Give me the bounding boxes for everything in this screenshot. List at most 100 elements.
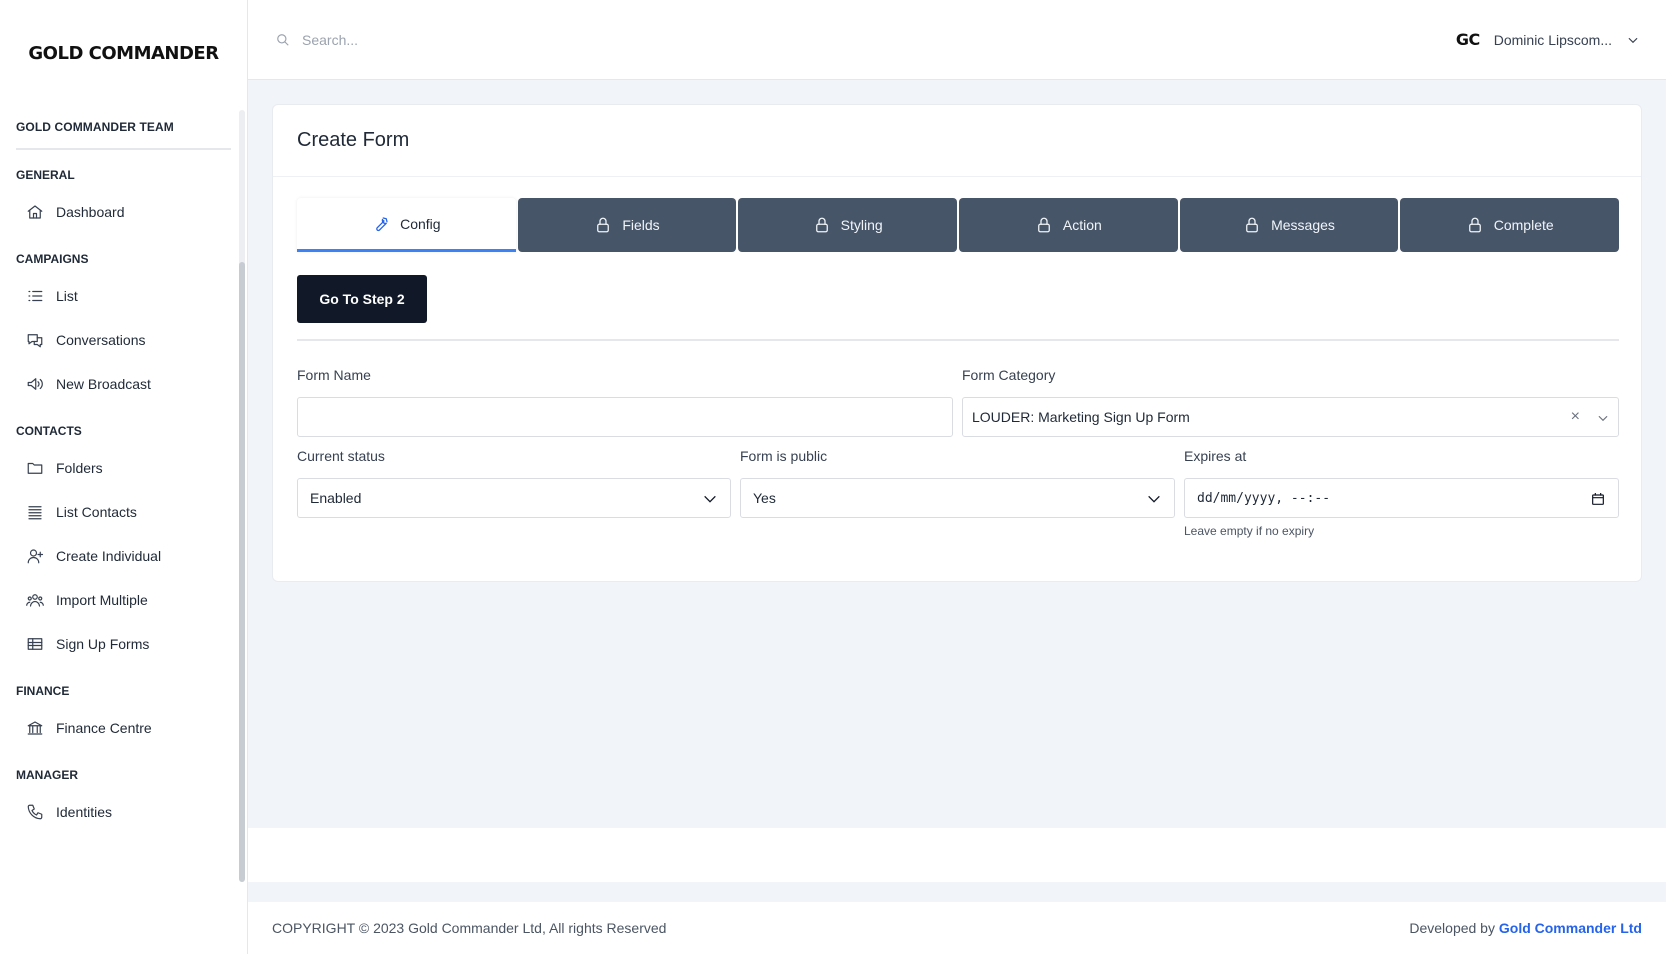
sidebar-item-finance-centre[interactable]: Finance Centre	[0, 706, 247, 750]
developed-by: Developed by Gold Commander Ltd	[1409, 920, 1642, 936]
chevron-down-icon	[1148, 495, 1160, 503]
sidebar-item-label: Identities	[56, 804, 113, 820]
sidebar-item-label: List Contacts	[56, 504, 137, 520]
tab-config[interactable]: Config	[297, 198, 516, 252]
chevron-down-icon	[704, 495, 716, 503]
sidebar-item-label: New Broadcast	[56, 376, 151, 392]
create-form-card: Create Form Config Fields Styling Action…	[272, 104, 1642, 582]
tab-label: Action	[1062, 217, 1102, 233]
tab-messages[interactable]: Messages	[1179, 198, 1399, 252]
chevron-down-icon[interactable]	[1596, 411, 1610, 425]
lock-icon	[1246, 217, 1258, 233]
section-general: GENERAL	[16, 168, 75, 182]
lock-icon	[597, 217, 610, 233]
tab-styling[interactable]: Styling	[738, 198, 958, 252]
user-menu[interactable]: GC Dominic Lipscom...	[1456, 30, 1640, 49]
tab-action[interactable]: Action	[959, 198, 1178, 252]
home-icon	[27, 205, 43, 219]
sidebar-item-new-broadcast[interactable]: New Broadcast	[0, 362, 247, 406]
megaphone-icon	[27, 378, 43, 390]
search-icon	[277, 33, 289, 46]
developed-by-label: Developed by	[1409, 920, 1495, 936]
sidebar-item-dashboard[interactable]: Dashboard	[0, 190, 247, 234]
form-category-select[interactable]: LOUDER: Marketing Sign Up Form ×	[962, 397, 1619, 437]
main-content: Create Form Config Fields Styling Action…	[248, 80, 1666, 828]
chevron-down-icon	[1628, 37, 1638, 43]
sidebar-item-create-individual[interactable]: Create Individual	[0, 534, 247, 578]
lower-band	[248, 828, 1666, 882]
table-icon	[27, 638, 43, 650]
sidebar-item-label: Dashboard	[56, 204, 125, 220]
top-header: GC Dominic Lipscom...	[248, 0, 1666, 80]
copyright-text: COPYRIGHT © 2023 Gold Commander Ltd, All…	[272, 920, 667, 936]
form-is-public-select[interactable]: Yes	[740, 478, 1175, 518]
go-to-step-2-button[interactable]: Go To Step 2	[297, 275, 427, 323]
sidebar-scrollbar-thumb[interactable]	[239, 262, 245, 882]
phone-icon	[27, 804, 43, 820]
folder-icon	[27, 462, 43, 474]
sidebar: GOLD COMMANDER GOLD COMMANDER TEAM GENER…	[0, 0, 248, 954]
tab-label: Styling	[840, 217, 883, 233]
bank-icon	[27, 721, 43, 735]
sidebar-item-sign-up-forms[interactable]: Sign Up Forms	[0, 622, 247, 666]
footer: COPYRIGHT © 2023 Gold Commander Ltd, All…	[248, 902, 1666, 954]
current-status-label: Current status	[297, 448, 385, 464]
user-plus-icon	[27, 549, 44, 564]
gap-band	[248, 882, 1666, 902]
chat-icon	[27, 334, 43, 348]
form-name-label: Form Name	[297, 367, 371, 383]
tab-label: Complete	[1493, 217, 1554, 233]
wizard-tabs: Config Fields Styling Action Messages Co…	[297, 198, 1620, 252]
form-name-field[interactable]	[297, 397, 953, 437]
lock-icon	[1038, 217, 1050, 233]
tab-fields[interactable]: Fields	[517, 198, 737, 252]
sidebar-item-list-contacts[interactable]: List Contacts	[0, 490, 247, 534]
team-name: GOLD COMMANDER TEAM	[16, 120, 231, 150]
sidebar-item-label: Create Individual	[56, 548, 162, 564]
section-campaigns: CAMPAIGNS	[16, 252, 89, 266]
sidebar-item-list[interactable]: List	[0, 274, 247, 318]
divider	[297, 339, 1619, 341]
section-finance: FINANCE	[16, 684, 70, 698]
sidebar-item-label: Conversations	[56, 332, 146, 348]
clear-icon[interactable]: ×	[1571, 408, 1580, 426]
sidebar-item-label: Finance Centre	[56, 720, 152, 736]
user-avatar: GC	[1455, 30, 1480, 49]
sidebar-item-label: Sign Up Forms	[56, 636, 150, 652]
sidebar-item-label: List	[56, 288, 78, 304]
form-name-input[interactable]	[310, 398, 952, 436]
form-is-public-label: Form is public	[740, 448, 828, 464]
sidebar-item-conversations[interactable]: Conversations	[0, 318, 247, 362]
users-icon	[26, 594, 44, 607]
list-icon	[28, 290, 43, 302]
current-status-value: Enabled	[310, 490, 362, 506]
stack-icon	[28, 506, 42, 520]
search-bar[interactable]	[276, 31, 876, 48]
expires-at-field[interactable]: dd/mm/yyyy, --:--	[1184, 478, 1619, 518]
tab-complete[interactable]: Complete	[1400, 198, 1620, 252]
expires-at-label: Expires at	[1184, 448, 1247, 464]
sidebar-item-identities[interactable]: Identities	[0, 790, 247, 834]
lock-icon	[1468, 217, 1481, 233]
sidebar-item-import-multiple[interactable]: Import Multiple	[0, 578, 247, 622]
page-title: Create Form	[273, 105, 1641, 177]
brand-logo[interactable]: GOLD COMMANDER	[0, 0, 247, 106]
form-category-label: Form Category	[962, 367, 1056, 383]
section-contacts: CONTACTS	[16, 424, 82, 438]
wrench-icon	[376, 216, 388, 231]
tab-label: Messages	[1271, 217, 1335, 233]
developer-link[interactable]: Gold Commander Ltd	[1499, 920, 1642, 936]
lock-icon	[815, 217, 828, 233]
form-category-value: LOUDER: Marketing Sign Up Form	[972, 409, 1190, 425]
calendar-icon[interactable]	[1590, 491, 1606, 507]
tab-label: Config	[400, 215, 441, 232]
current-status-select[interactable]: Enabled	[297, 478, 731, 518]
sidebar-item-folders[interactable]: Folders	[0, 446, 247, 490]
search-input[interactable]	[302, 31, 802, 48]
expires-hint: Leave empty if no expiry	[1184, 524, 1315, 538]
user-name: Dominic Lipscom...	[1493, 31, 1612, 48]
sidebar-item-label: Folders	[56, 460, 103, 476]
expires-at-value: dd/mm/yyyy, --:--	[1197, 490, 1331, 506]
tab-label: Fields	[622, 217, 660, 233]
form-is-public-value: Yes	[753, 490, 776, 506]
